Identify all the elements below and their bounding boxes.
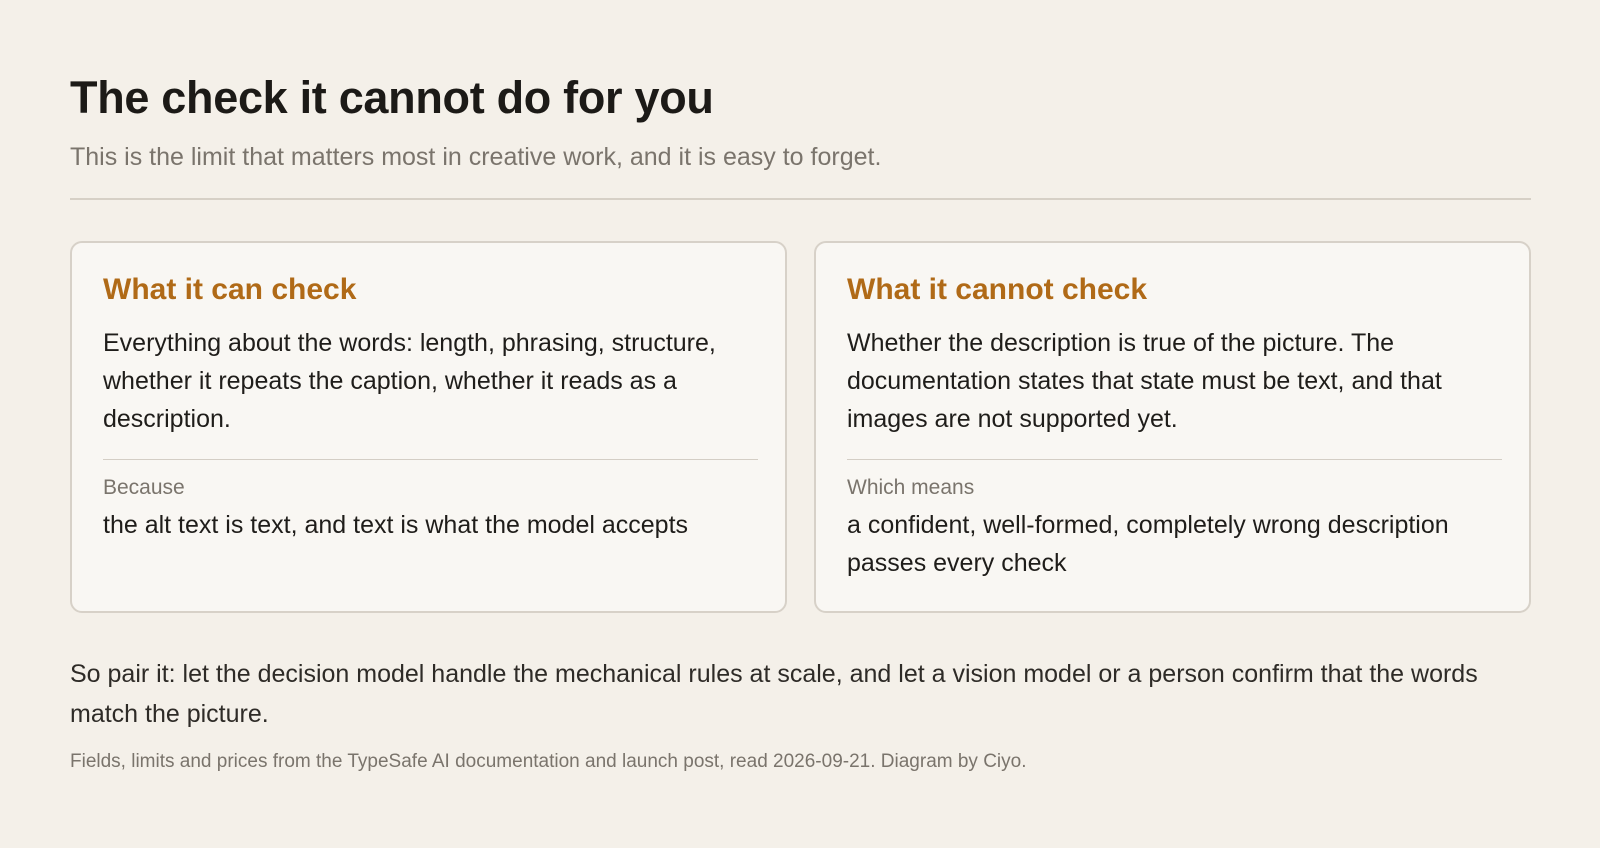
cannot-check-sublabel: Which means (847, 476, 975, 499)
conclusion-text: So pair it: let the decision model handl… (70, 660, 1478, 728)
cannot-check-divider (847, 459, 1502, 460)
can-check-body: Everything about the words: length, phra… (103, 329, 716, 433)
cannot-check-heading: What it cannot check (847, 273, 1148, 306)
can-check-subtext: the alt text is text, and text is what t… (103, 511, 689, 539)
source-footnote: Fields, limits and prices from the TypeS… (70, 751, 1027, 772)
page-title: The check it cannot do for you (70, 72, 714, 123)
cannot-check-subtext: a confident, well-formed, completely wro… (847, 511, 1449, 577)
cannot-check-body: Whether the description is true of the p… (847, 329, 1442, 433)
can-check-sublabel: Because (103, 476, 185, 499)
can-check-heading: What it can check (103, 273, 357, 306)
cannot-check-card: What it cannot check Whether the descrip… (814, 241, 1531, 613)
page-subtitle: This is the limit that matters most in c… (70, 143, 882, 171)
header-divider (70, 198, 1531, 200)
can-check-divider (103, 459, 758, 460)
can-check-card: What it can check Everything about the w… (70, 241, 787, 613)
